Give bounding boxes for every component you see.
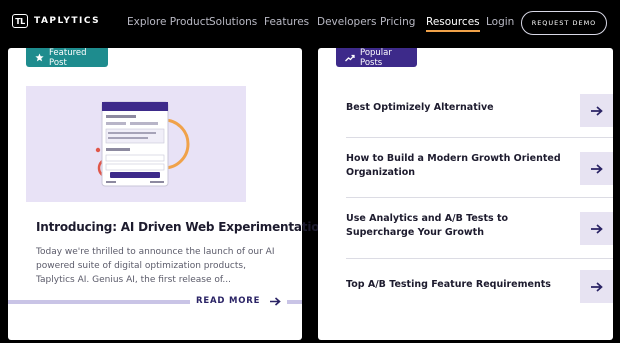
popular-post-title[interactable]: How to Build a Modern Growth Oriented Or… (346, 152, 566, 180)
logo[interactable]: TL TAPLYTICS (12, 14, 100, 28)
arrow-right-icon (270, 296, 281, 306)
featured-post-title[interactable]: Introducing: AI Driven Web Experimentati… (36, 220, 328, 234)
popular-post-title[interactable]: Use Analytics and A/B Tests to Superchar… (346, 212, 566, 240)
popular-post-arrow-button[interactable] (580, 152, 613, 185)
popular-post-divider (346, 197, 613, 198)
read-more-link[interactable]: READ MORE (190, 296, 288, 306)
nav-pricing[interactable]: Pricing (380, 16, 415, 28)
read-more-divider-left (8, 300, 193, 304)
arrow-right-icon (590, 223, 603, 234)
featured-hero-image (26, 86, 246, 202)
popular-post-divider (346, 258, 613, 259)
read-more-label: READ MORE (196, 296, 261, 306)
request-demo-button[interactable]: REQUEST DEMO (521, 11, 607, 35)
popular-post-arrow-button[interactable] (580, 270, 613, 303)
top-nav: TL TAPLYTICS Explore Product Solutions F… (0, 0, 620, 46)
popular-post-arrow-button[interactable] (580, 94, 613, 127)
featured-post-card[interactable]: Featured Post Introducing: AI Driven Web… (8, 47, 328, 340)
popular-post-arrow-button[interactable] (580, 212, 613, 245)
trending-icon (345, 54, 355, 61)
nav-features[interactable]: Features (264, 16, 309, 28)
nav-resources[interactable]: Resources (426, 16, 480, 32)
nav-explore-product[interactable]: Explore Product (127, 16, 210, 28)
logo-text: TAPLYTICS (34, 16, 101, 26)
featured-tag-label: Featured Post (49, 47, 87, 68)
popular-post-title[interactable]: Top A/B Testing Feature Requirements (346, 278, 566, 292)
logo-mark-icon: TL (12, 14, 28, 28)
popular-posts-tag: Popular Posts (336, 47, 417, 68)
nav-login[interactable]: Login (486, 16, 514, 28)
popular-posts-card: Popular Posts Best Optimizely Alternativ… (318, 48, 613, 340)
popular-tag-label: Popular Posts (360, 47, 392, 68)
arrow-right-icon (590, 163, 603, 174)
featured-post-tag: Featured Post (26, 47, 108, 68)
arrow-right-icon (590, 281, 603, 292)
popular-post-divider (346, 137, 613, 138)
star-icon (35, 53, 44, 62)
featured-post-excerpt: Today we're thrilled to announce the lau… (36, 247, 275, 285)
nav-solutions[interactable]: Solutions (209, 16, 257, 28)
arrow-right-icon (590, 105, 603, 116)
popular-post-title[interactable]: Best Optimizely Alternative (346, 101, 566, 115)
nav-developers[interactable]: Developers (317, 16, 376, 28)
